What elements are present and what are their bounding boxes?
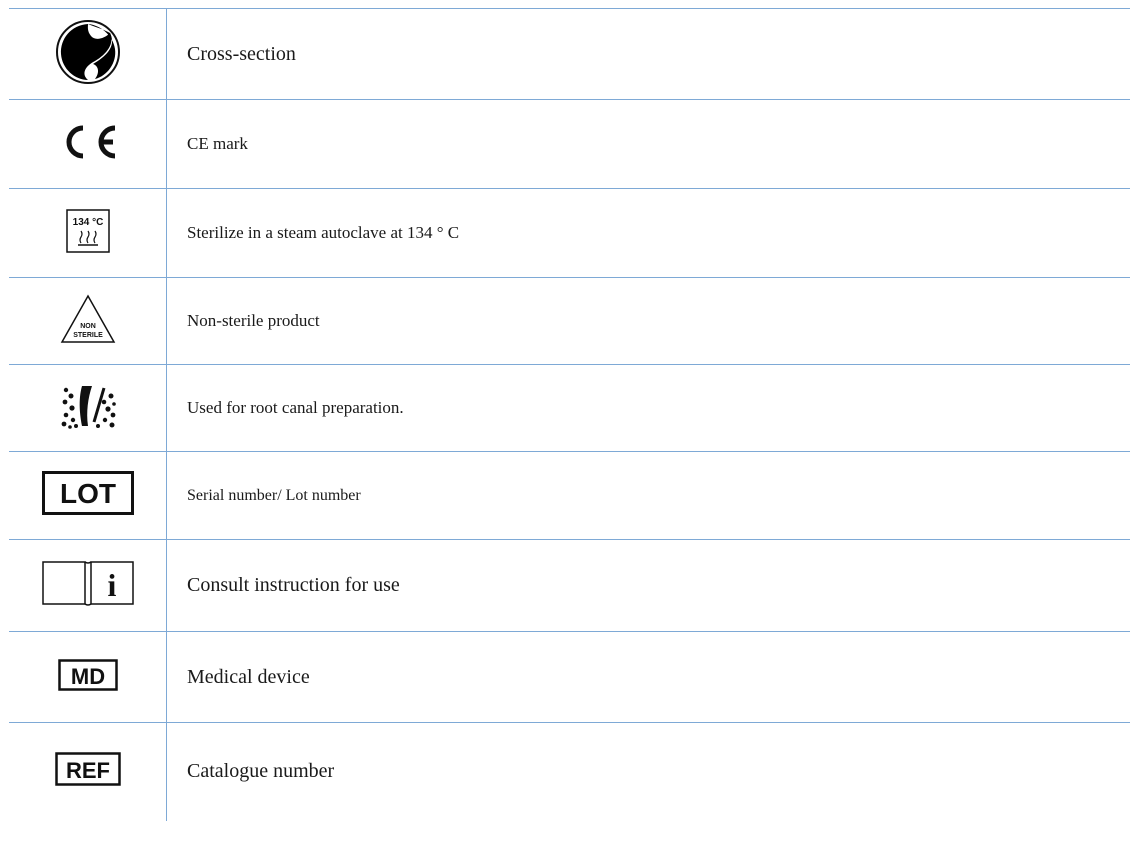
row-label: Serial number/ Lot number: [187, 486, 361, 504]
non-text: NON: [80, 323, 96, 330]
table-row: Used for root canal preparation.: [9, 364, 1130, 452]
medical-device-icon: MD: [57, 658, 118, 691]
non-sterile-icon: NON STERILE: [60, 293, 116, 344]
icon-cell: [9, 364, 167, 452]
autoclave-temp-text: 134 °C: [72, 217, 103, 228]
ce-mark-icon: [55, 122, 121, 162]
label-cell: Used for root canal preparation.: [166, 364, 1130, 452]
root-canal-icon: [58, 382, 118, 430]
icon-cell: REF: [9, 722, 167, 821]
consult-instructions-icon: i: [41, 558, 135, 608]
icon-cell: 134 °C: [9, 188, 167, 278]
table-row: LOT Serial number/ Lot number: [9, 451, 1130, 540]
ref-text: REF: [66, 758, 110, 783]
ref-icon: REF: [54, 752, 121, 786]
row-label: Medical device: [187, 665, 310, 688]
autoclave-134c-icon: 134 °C: [65, 208, 110, 253]
row-label: Non-sterile product: [187, 311, 320, 330]
symbols-table: Cross-section CE mark 134 °C Sterilize i…: [9, 8, 1130, 821]
row-label: CE mark: [187, 134, 248, 153]
icon-cell: LOT: [9, 451, 167, 540]
row-label: Used for root canal preparation.: [187, 398, 404, 417]
label-cell: Cross-section: [166, 8, 1130, 100]
icon-cell: MD: [9, 631, 167, 723]
label-cell: Non-sterile product: [166, 277, 1130, 365]
info-text: i: [107, 567, 116, 603]
label-cell: Consult instruction for use: [166, 539, 1130, 632]
table-row: NON STERILE Non-sterile product: [9, 277, 1130, 365]
icon-cell: [9, 99, 167, 189]
table-row: REF Catalogue number: [9, 722, 1130, 821]
sterile-text: STERILE: [73, 332, 103, 339]
table-row: CE mark: [9, 99, 1130, 189]
row-label: Consult instruction for use: [187, 574, 400, 596]
row-label: Cross-section: [187, 42, 296, 65]
table-row: Cross-section: [9, 8, 1130, 100]
md-text: MD: [70, 664, 104, 689]
lot-icon: LOT: [41, 471, 134, 515]
icon-cell: NON STERILE: [9, 277, 167, 365]
icon-cell: i: [9, 539, 167, 632]
row-label: Catalogue number: [187, 760, 335, 783]
label-cell: Sterilize in a steam autoclave at 134 ° …: [166, 188, 1130, 278]
icon-cell: [9, 8, 167, 100]
label-cell: Serial number/ Lot number: [166, 451, 1130, 540]
table-row: MD Medical device: [9, 631, 1130, 723]
lot-text: LOT: [60, 478, 116, 509]
table-row: 134 °C Sterilize in a steam autoclave at…: [9, 188, 1130, 278]
label-cell: CE mark: [166, 99, 1130, 189]
row-label: Sterilize in a steam autoclave at 134 ° …: [187, 223, 460, 242]
label-cell: Medical device: [166, 631, 1130, 723]
table-row: i Consult instruction for use: [9, 539, 1130, 632]
cross-section-icon: [55, 19, 121, 85]
label-cell: Catalogue number: [167, 723, 1130, 821]
